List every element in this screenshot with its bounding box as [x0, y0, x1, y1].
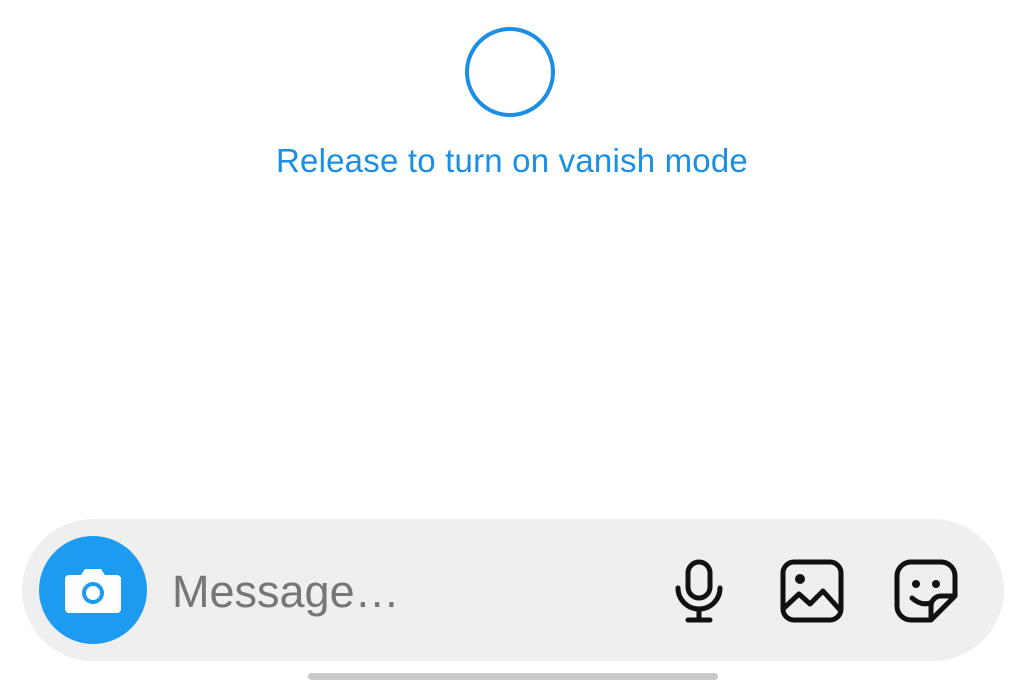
image-icon	[780, 559, 844, 623]
vanish-mode-circle-indicator	[465, 27, 555, 117]
microphone-icon	[675, 559, 723, 623]
message-input[interactable]	[172, 560, 632, 624]
home-indicator-bar[interactable]	[308, 673, 718, 680]
camera-button[interactable]	[39, 536, 147, 644]
sticker-button[interactable]	[891, 556, 961, 626]
gallery-button[interactable]	[777, 556, 847, 626]
camera-icon	[65, 569, 121, 613]
sticker-icon	[894, 559, 958, 623]
vanish-mode-prompt: Release to turn on vanish mode	[276, 142, 748, 179]
microphone-button[interactable]	[664, 556, 734, 626]
